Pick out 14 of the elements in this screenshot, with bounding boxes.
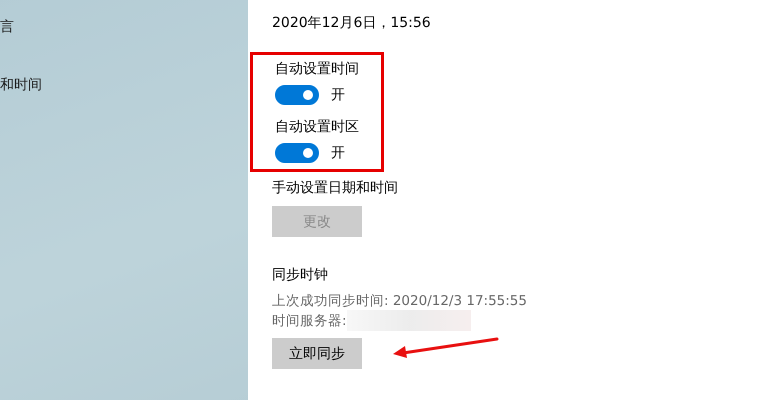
section-heading: 同步时钟 (272, 266, 328, 285)
server-label: 时间服务器: (272, 312, 347, 330)
sidebar-item[interactable]: 言 (0, 17, 248, 37)
setting-label: 手动设置日期和时间 (272, 179, 398, 198)
setting-label: 自动设置时区 (275, 118, 360, 137)
last-sync-text: 上次成功同步时间: 2020/12/3 17:55:55 (272, 292, 527, 310)
setting-label: 自动设置时间 (275, 60, 360, 79)
toggle-state: 开 (331, 86, 345, 105)
sync-now-button[interactable]: 立即同步 (272, 338, 362, 369)
current-date-time: 2020年12月6日，15:56 (272, 14, 431, 33)
toggle-switch[interactable] (275, 143, 319, 163)
toggle-switch[interactable] (275, 85, 319, 105)
toggle-state: 开 (331, 144, 345, 163)
sidebar-item[interactable]: 和时间 (0, 75, 248, 95)
